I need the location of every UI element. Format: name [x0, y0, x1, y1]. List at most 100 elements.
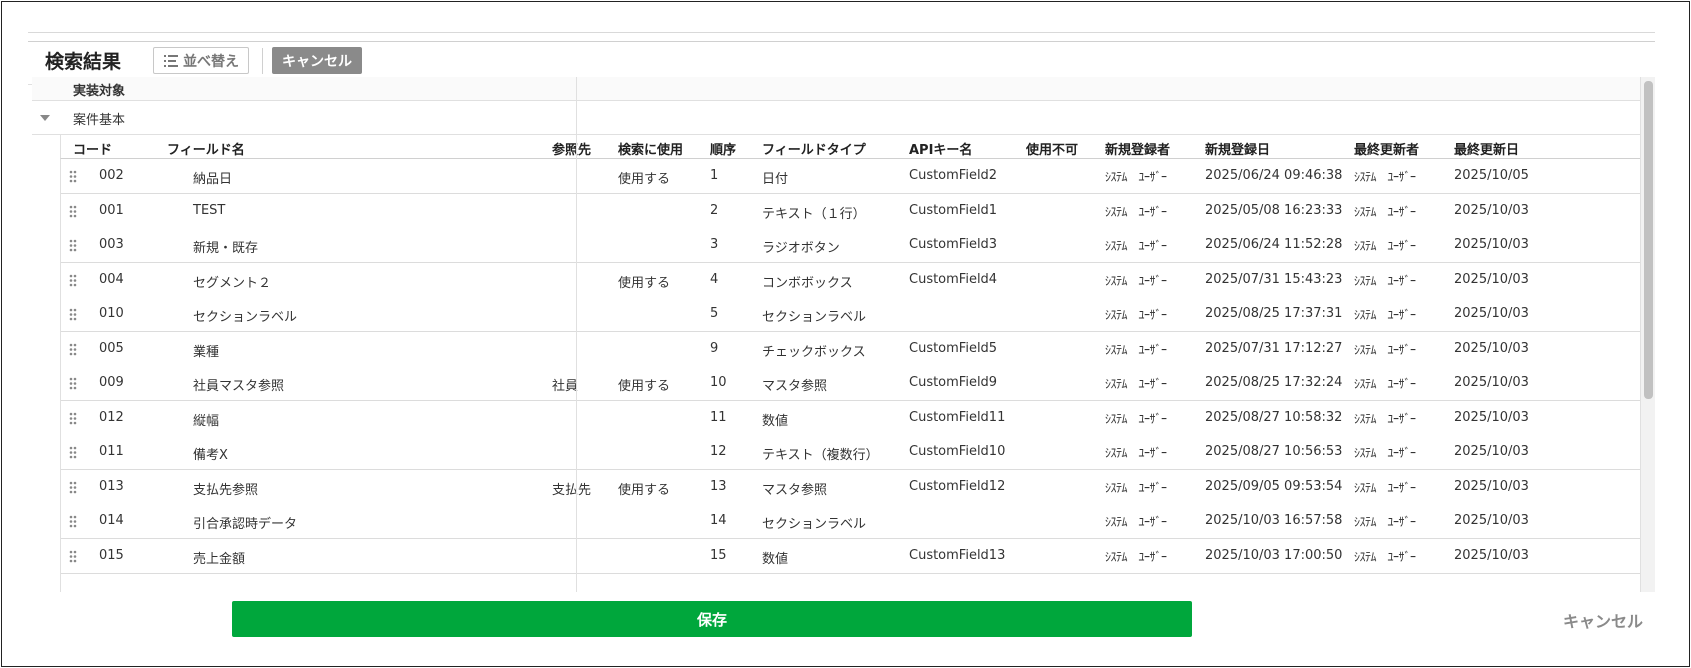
caret-down-icon[interactable]: [40, 115, 50, 121]
cell-field-name: 縦幅: [193, 413, 220, 429]
toolbar-divider: [262, 48, 263, 74]
col-header-reference[interactable]: 参照先: [552, 139, 591, 158]
col-header-updated-by[interactable]: 最終更新者: [1354, 139, 1419, 158]
cell-code: 002: [99, 168, 124, 183]
drag-handle-icon[interactable]: [69, 274, 77, 287]
drag-handle-icon[interactable]: [69, 343, 77, 356]
app-window: 検索結果 並べ替え キャンセル 実装対象 案件基本 コード フィールド名 参照先…: [1, 1, 1690, 667]
cell-field-type: セクションラベル: [762, 310, 867, 325]
cell-updated-by: ｼｽﾃﾑ ﾕｰｻﾞｰ: [1354, 515, 1416, 529]
cell-created-by: ｼｽﾃﾑ ﾕｰｻﾞｰ: [1105, 515, 1167, 529]
table-row[interactable]: 005 業種 9 チェックボックス CustomField5 ｼｽﾃﾑ ﾕｰｻﾞ…: [61, 331, 1640, 367]
table-row[interactable]: 009 社員マスタ参照 社員 使用する 10 マスタ参照 CustomField…: [61, 366, 1640, 401]
table-row[interactable]: 001 TEST 2 テキスト（１行） CustomField1 ｼｽﾃﾑ ﾕｰ…: [61, 193, 1640, 229]
drag-handle-icon[interactable]: [69, 550, 77, 563]
cancel-link[interactable]: キャンセル: [1563, 608, 1643, 632]
cell-field-name: 社員マスタ参照: [193, 379, 285, 394]
table-row[interactable]: 014 引合承認時データ 14 セクションラベル ｼｽﾃﾑ ﾕｰｻﾞｰ 2025…: [61, 504, 1640, 539]
table-row[interactable]: 013 支払先参照 支払先 使用する 13 マスタ参照 CustomField1…: [61, 469, 1640, 505]
cell-code: 010: [99, 306, 124, 321]
cell-api-key: CustomField12: [909, 478, 1006, 494]
cell-code: 014: [99, 513, 124, 528]
drag-handle-icon[interactable]: [69, 170, 77, 183]
drag-handle-icon[interactable]: [69, 481, 77, 494]
cell-field-type: セクションラベル: [762, 517, 867, 532]
col-header-created-at[interactable]: 新規登録日: [1205, 139, 1270, 158]
cell-created-at: 2025/06/24 11:52:28: [1205, 237, 1343, 252]
cell-field-type: ラジオボタン: [762, 241, 840, 256]
table-row[interactable]: 011 備考X 12 テキスト（複数行） CustomField10 ｼｽﾃﾑ …: [61, 435, 1640, 470]
cell-field-name: 納品日: [193, 172, 233, 187]
group-row[interactable]: 案件基本: [32, 101, 1640, 135]
cell-order: 14: [710, 513, 727, 528]
cell-updated-at: 2025/10/03: [1454, 202, 1529, 218]
sort-button-label: 並べ替え: [183, 53, 239, 70]
col-header-order[interactable]: 順序: [710, 139, 736, 158]
cell-created-at: 2025/08/27 10:56:53: [1205, 444, 1343, 459]
drag-handle-icon[interactable]: [69, 239, 77, 252]
cell-updated-at: 2025/10/03: [1454, 271, 1529, 287]
drag-handle-icon[interactable]: [69, 205, 77, 218]
table-row[interactable]: 015 売上金額 15 数値 CustomField13 ｼｽﾃﾑ ﾕｰｻﾞｰ …: [61, 538, 1640, 574]
table-row[interactable]: 012 縦幅 11 数値 CustomField11 ｼｽﾃﾑ ﾕｰｻﾞｰ 20…: [61, 400, 1640, 436]
cell-created-by: ｼｽﾃﾑ ﾕｰｻﾞｰ: [1105, 480, 1167, 495]
cell-created-at: 2025/10/03 17:00:50: [1205, 547, 1343, 563]
table-row[interactable]: 004 セグメント２ 使用する 4 コンボボックス CustomField4 ｼ…: [61, 262, 1640, 298]
scrollbar-thumb[interactable]: [1644, 81, 1653, 399]
cell-updated-by: ｼｽﾃﾑ ﾕｰｻﾞｰ: [1354, 411, 1416, 426]
table-row[interactable]: 002 納品日 使用する 1 日付 CustomField2 ｼｽﾃﾑ ﾕｰｻﾞ…: [61, 159, 1640, 194]
cell-code: 009: [99, 375, 124, 390]
cell-created-at: 2025/08/25 17:37:31: [1205, 306, 1343, 321]
cell-updated-by: ｼｽﾃﾑ ﾕｰｻﾞｰ: [1354, 204, 1416, 219]
cell-updated-by: ｼｽﾃﾑ ﾕｰｻﾞｰ: [1354, 342, 1416, 357]
save-button[interactable]: 保存: [232, 601, 1192, 637]
cell-created-at: 2025/05/08 16:23:33: [1205, 202, 1343, 218]
drag-handle-icon[interactable]: [69, 515, 77, 528]
cell-api-key: CustomField2: [909, 168, 998, 183]
group-header: 実装対象: [32, 77, 1640, 101]
col-header-api-key[interactable]: APIキー名: [909, 139, 972, 158]
cell-field-type: 数値: [762, 413, 789, 429]
col-header-code[interactable]: コード: [73, 139, 112, 158]
cell-order: 15: [710, 547, 727, 563]
cell-updated-at: 2025/10/03: [1454, 237, 1529, 252]
cell-order: 9: [710, 340, 719, 356]
page-title: 検索結果: [45, 51, 122, 73]
drag-handle-icon[interactable]: [69, 446, 77, 459]
cell-field-name: セクションラベル: [193, 310, 298, 325]
cell-field-type: テキスト（１行）: [762, 206, 866, 222]
cell-order: 3: [710, 237, 719, 252]
cell-created-at: 2025/08/27 10:58:32: [1205, 409, 1343, 425]
cell-api-key: CustomField4: [909, 271, 998, 287]
group-column-title: 実装対象: [73, 84, 126, 99]
drag-handle-icon[interactable]: [69, 412, 77, 425]
col-header-created-by[interactable]: 新規登録者: [1105, 139, 1170, 158]
col-header-field-name[interactable]: フィールド名: [167, 139, 245, 158]
col-header-search-use[interactable]: 検索に使用: [618, 139, 683, 158]
cell-code: 011: [99, 444, 124, 459]
cell-updated-by: ｼｽﾃﾑ ﾕｰｻﾞｰ: [1354, 480, 1416, 495]
table-row[interactable]: 010 セクションラベル 5 セクションラベル ｼｽﾃﾑ ﾕｰｻﾞｰ 2025/…: [61, 297, 1640, 332]
cancel-button-top[interactable]: キャンセル: [272, 47, 362, 74]
cell-updated-by: ｼｽﾃﾑ ﾕｰｻﾞｰ: [1354, 308, 1416, 322]
field-table: 実装対象 案件基本 コード フィールド名 参照先 検索に使用 順序 フィールドタ…: [32, 77, 1640, 592]
vertical-scrollbar[interactable]: [1640, 77, 1655, 592]
col-header-disabled[interactable]: 使用不可: [1026, 139, 1078, 158]
drag-handle-icon[interactable]: [69, 308, 77, 321]
cell-updated-at: 2025/10/05: [1454, 168, 1529, 183]
drag-handle-icon[interactable]: [69, 377, 77, 390]
cell-search-use: 使用する: [618, 482, 671, 498]
cell-created-by: ｼｽﾃﾑ ﾕｰｻﾞｰ: [1105, 308, 1167, 322]
table-row[interactable]: 003 新規・既存 3 ラジオボタン CustomField3 ｼｽﾃﾑ ﾕｰｻ…: [61, 228, 1640, 263]
cell-updated-at: 2025/10/03: [1454, 340, 1529, 356]
cell-updated-at: 2025/10/03: [1454, 547, 1529, 563]
cell-updated-at: 2025/10/03: [1454, 444, 1529, 459]
cell-order: 13: [710, 478, 727, 494]
sort-button[interactable]: 並べ替え: [153, 47, 249, 74]
search-results-panel: 検索結果 並べ替え キャンセル 実装対象 案件基本 コード フィールド名 参照先…: [28, 32, 1655, 592]
cell-updated-at: 2025/10/03: [1454, 409, 1529, 425]
cell-created-at: 2025/06/24 09:46:38: [1205, 168, 1343, 183]
col-header-field-type[interactable]: フィールドタイプ: [762, 139, 866, 158]
cell-field-name: 新規・既存: [193, 241, 259, 256]
col-header-updated-at[interactable]: 最終更新日: [1454, 139, 1519, 158]
